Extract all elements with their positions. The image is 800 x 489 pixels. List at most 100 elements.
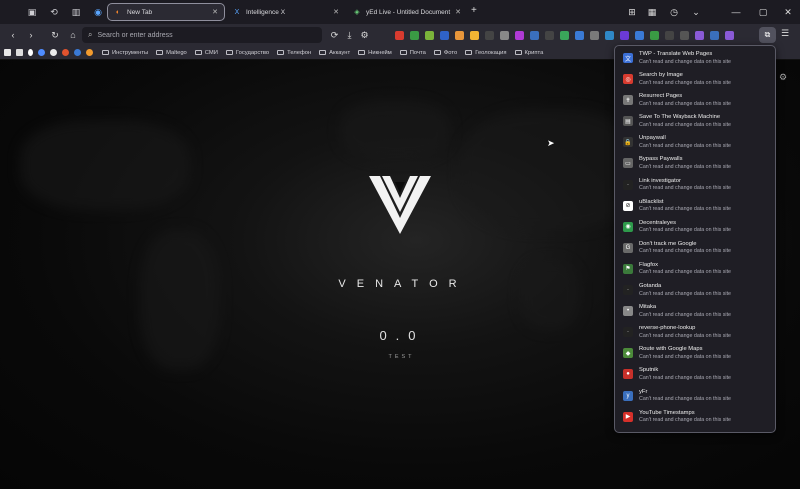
- minimize-icon[interactable]: —: [725, 0, 747, 24]
- address-bar[interactable]: ⌕ Search or enter address: [82, 27, 322, 43]
- history-icon[interactable]: ⟲: [43, 0, 65, 24]
- extension-toolbar-icon[interactable]: [392, 24, 407, 46]
- extensions-panel: 文 TWP - Translate Web Pages Can't read and…: [614, 45, 776, 433]
- bookmark-folder[interactable]: Инструменты: [102, 50, 148, 56]
- bookmark-folder[interactable]: Геолокация: [465, 49, 507, 56]
- bookmark-icon[interactable]: [16, 49, 23, 56]
- extension-item[interactable]: · reverse-phone-lookup Can't read and chan…: [615, 323, 775, 344]
- extension-toolbar-icon[interactable]: [497, 24, 512, 46]
- extension-toolbar-icon[interactable]: [557, 24, 572, 46]
- extension-toolbar-icon[interactable]: [722, 24, 737, 46]
- bookmark-folder[interactable]: Государство: [225, 50, 269, 56]
- extension-item[interactable]: G Don't track me Google Can't read and cha…: [615, 239, 775, 260]
- extension-toolbar-icon[interactable]: [587, 24, 602, 46]
- extension-item[interactable]: ▭ Bypass Paywalls Can't read and change da…: [615, 154, 775, 175]
- extension-item[interactable]: ⊘ uBlacklist Can't read and change data on…: [615, 197, 775, 218]
- extension-item[interactable]: · Link investigator Can't read and change …: [615, 176, 775, 197]
- bookmark-folder[interactable]: СМИ: [194, 50, 218, 56]
- extensions-puzzle-icon[interactable]: ⧉: [759, 27, 776, 43]
- extension-toolbar-icon[interactable]: [602, 24, 617, 46]
- extension-access-text: Can't read and change data on this site: [639, 396, 732, 402]
- extension-access-text: Can't read and change data on this site: [639, 311, 732, 318]
- reload-icon[interactable]: ↻: [46, 26, 64, 44]
- bookmark-icon[interactable]: [28, 49, 33, 56]
- extension-toolbar-icon[interactable]: [647, 24, 662, 46]
- extension-toolbar-icon[interactable]: [467, 24, 482, 46]
- extension-item[interactable]: ◆ Route with Google Maps Can't read and ch…: [615, 344, 775, 365]
- extension-toolbar-icon[interactable]: [692, 24, 707, 46]
- bookmark-folder[interactable]: Никнейм: [358, 50, 392, 56]
- container-icon[interactable]: ◉: [87, 0, 109, 24]
- customize-gear-icon[interactable]: ⚙: [779, 72, 787, 83]
- list-all-tabs-chevron-icon[interactable]: ⌄: [685, 0, 707, 24]
- bookmark-icon[interactable]: [62, 49, 69, 56]
- hamburger-menu-icon[interactable]: ☰: [781, 28, 789, 39]
- extension-item[interactable]: ● Sputnik Can't read and change data on th…: [615, 365, 775, 386]
- close-icon[interactable]: ✕: [212, 8, 218, 16]
- extension-toolbar-icon[interactable]: [482, 24, 497, 46]
- extension-toolbar-icon[interactable]: [632, 24, 647, 46]
- extension-item[interactable]: · Gotanda Can't read and change data on th…: [615, 281, 775, 302]
- extension-item[interactable]: ▤ Save To The Wayback Machine Can't read a…: [615, 112, 775, 133]
- extension-toolbar-icon[interactable]: [527, 24, 542, 46]
- close-window-icon[interactable]: ✕: [777, 0, 799, 24]
- extension-name: Decentraleyes: [639, 219, 677, 226]
- sync-icon[interactable]: ⟳: [327, 24, 342, 46]
- extension-item[interactable]: ✝ Resurrect Pages Can't read and change da…: [615, 91, 775, 112]
- extension-toolbar-icon[interactable]: [662, 24, 677, 46]
- bookmark-folder[interactable]: Фото: [433, 50, 457, 56]
- extension-name: Unpaywall: [639, 135, 666, 142]
- extension-toolbar-icon[interactable]: [437, 24, 452, 46]
- tab-strip: ▣ ⟲ ▥ ◉ ◐ New Tab ✕ X Intelligence X ✕ ◈…: [0, 0, 800, 24]
- settings-icon[interactable]: ⚙: [357, 24, 372, 46]
- extension-item[interactable]: ◉ Decentraleyes Can't read and change data…: [615, 218, 775, 239]
- bookmark-icon[interactable]: [38, 49, 45, 56]
- bookmark-folder[interactable]: Почта: [399, 50, 426, 56]
- sidebar-icon[interactable]: ▥: [65, 0, 87, 24]
- extension-toolbar-icon[interactable]: [572, 24, 587, 46]
- extension-item[interactable]: 🔒 Unpaywall Can't read and change data on …: [615, 133, 775, 154]
- tab-intelligence-x[interactable]: X Intelligence X ✕: [227, 3, 345, 21]
- bookmark-icon[interactable]: [86, 49, 93, 56]
- close-icon[interactable]: ✕: [333, 8, 339, 16]
- extension-item[interactable]: ◎ Search by Image Can't read and change da…: [615, 70, 775, 91]
- bookmark-icon[interactable]: [50, 49, 57, 56]
- bookmark-folder[interactable]: Крипта: [514, 50, 543, 56]
- bookmark-folder[interactable]: Телефон: [277, 50, 311, 56]
- extension-toolbar-icon[interactable]: [452, 24, 467, 46]
- extension-access-text: Can't read and change data on this site: [639, 100, 732, 107]
- extension-item[interactable]: • Mitaka Can't read and change data on thi…: [615, 302, 775, 323]
- extension-toolbar-icon[interactable]: [617, 24, 632, 46]
- bookmark-icon[interactable]: [4, 49, 11, 56]
- extension-item[interactable]: y yFr Can't read and change data on this s…: [615, 387, 775, 408]
- bookmark-folder-label: Аккаунт: [329, 49, 351, 56]
- extension-toolbar-icon[interactable]: [512, 24, 527, 46]
- bookmark-folder[interactable]: Аккаунт: [319, 50, 350, 56]
- home-icon[interactable]: ⌂: [64, 26, 82, 44]
- maximize-icon[interactable]: ▢: [752, 0, 774, 24]
- folder-icon: [433, 50, 441, 55]
- alarm-icon[interactable]: ◷: [663, 0, 685, 24]
- extension-toolbar-icon[interactable]: [422, 24, 437, 46]
- bookmark-icon[interactable]: [74, 49, 81, 56]
- firefox-view-icon[interactable]: ▣: [21, 0, 43, 24]
- new-tab-plus-icon[interactable]: +: [471, 5, 477, 16]
- extension-item[interactable]: ⚑ Flagfox Can't read and change data on th…: [615, 260, 775, 281]
- windows-icon[interactable]: ▦: [641, 0, 663, 24]
- grid-icon[interactable]: ⊞: [621, 0, 643, 24]
- extension-toolbar-icon[interactable]: [677, 24, 692, 46]
- back-arrow-icon[interactable]: ‹: [4, 26, 22, 44]
- extension-item[interactable]: 文 TWP - Translate Web Pages Can't read and…: [615, 49, 775, 70]
- extension-toolbar-icon[interactable]: [707, 24, 722, 46]
- forward-arrow-icon[interactable]: ›: [22, 26, 40, 44]
- bookmark-folder-label: Геолокация: [475, 49, 507, 56]
- extension-toolbar-icon[interactable]: [407, 24, 422, 46]
- extension-toolbar-icon[interactable]: [542, 24, 557, 46]
- close-icon[interactable]: ✕: [455, 8, 461, 16]
- extension-name: Sputnik: [639, 367, 659, 374]
- extension-item[interactable]: ▶ YouTube Timestamps Can't read and change…: [615, 408, 775, 429]
- tab-new-tab[interactable]: ◐ New Tab ✕: [107, 3, 225, 21]
- bookmark-folder[interactable]: Maltego: [156, 50, 187, 56]
- tab-yed-live[interactable]: ◈ yEd Live - Untitled Document ✕: [347, 3, 467, 21]
- downloads-icon[interactable]: ⤓: [342, 24, 357, 46]
